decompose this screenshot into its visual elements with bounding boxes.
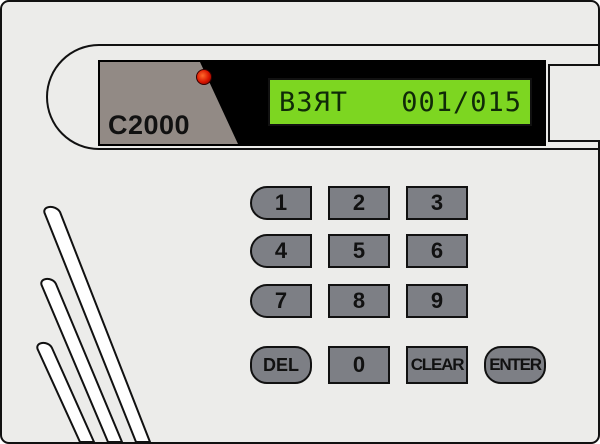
enter-button[interactable]: ENTER xyxy=(484,346,546,384)
key-6[interactable]: 6 xyxy=(406,234,468,268)
key-4[interactable]: 4 xyxy=(250,234,312,268)
key-2[interactable]: 2 xyxy=(328,186,390,220)
lcd-mode-text: ВЗЯТ xyxy=(279,86,349,118)
security-keypad-device: C2000 ВЗЯТ 001/015 1 2 3 4 5 6 7 8 9 DEL… xyxy=(0,0,600,444)
key-8[interactable]: 8 xyxy=(328,284,390,318)
key-0[interactable]: 0 xyxy=(328,346,390,384)
key-5[interactable]: 5 xyxy=(328,234,390,268)
key-1[interactable]: 1 xyxy=(250,186,312,220)
key-3[interactable]: 3 xyxy=(406,186,468,220)
lcd-display: ВЗЯТ 001/015 xyxy=(268,78,532,126)
lcd-counter-text: 001/015 xyxy=(401,86,522,118)
clear-button[interactable]: CLEAR xyxy=(406,346,468,384)
side-latch xyxy=(548,64,600,142)
brand-logo: C2000 xyxy=(108,110,191,140)
del-button[interactable]: DEL xyxy=(250,346,312,384)
status-led xyxy=(196,69,212,85)
key-9[interactable]: 9 xyxy=(406,284,468,318)
key-7[interactable]: 7 xyxy=(250,284,312,318)
